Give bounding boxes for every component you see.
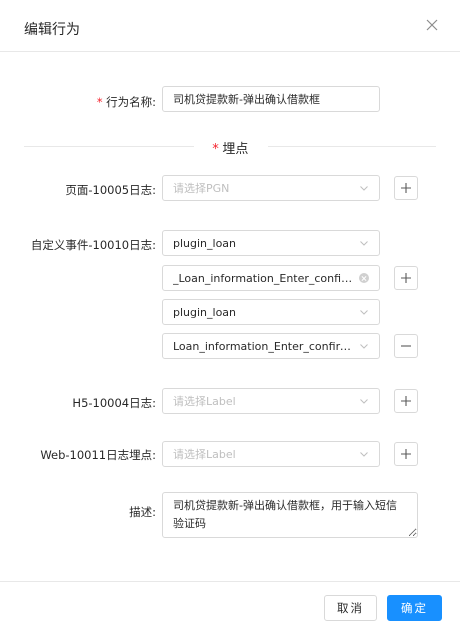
plus-icon [401,449,411,459]
custom-event-name-value-2: Loan_information_Enter_confirm... [173,339,353,353]
behavior-name-value: 司机贷提款新-弹出确认借款框 [173,93,320,106]
page-log-select[interactable]: 请选择PGN [162,175,380,201]
web-log-select[interactable]: 请选择Label [162,441,380,467]
add-page-log-button[interactable] [394,176,418,200]
add-h5-log-button[interactable] [394,389,418,413]
add-custom-event-button[interactable] [394,266,418,290]
custom-event-app-value-1: plugin_loan [173,236,237,250]
h5-log-placeholder: 请选择Label [173,395,236,408]
chevron-down-icon [359,307,369,317]
custom-event-name-select-1[interactable]: _Loan_information_Enter_confir... [162,265,380,291]
behavior-name-label-text: 行为名称: [106,95,156,109]
plus-icon [401,273,411,283]
custom-event-name-select-2[interactable]: Loan_information_Enter_confirm... [162,333,380,359]
remove-custom-event-button[interactable] [394,334,418,358]
minus-icon [401,345,411,347]
web-log-label: Web-10011日志埋点: [40,448,156,462]
h5-log-label: H5-10004日志: [72,396,156,410]
close-icon[interactable] [423,16,441,34]
behavior-name-input[interactable]: 司机贷提款新-弹出确认借款框 [162,86,380,112]
required-mark: * [211,142,220,157]
dialog-title: 编辑行为 [24,22,80,38]
custom-event-name-value-1: _Loan_information_Enter_confir... [173,271,353,285]
tracking-section-title: * 埋点 [0,138,460,157]
clear-icon[interactable] [359,273,369,283]
ok-button[interactable]: 确定 [387,595,442,621]
required-mark: * [96,95,104,109]
page-log-placeholder: 请选择PGN [173,182,230,195]
custom-event-app-select-2[interactable]: plugin_loan [162,299,380,325]
plus-icon [401,396,411,406]
custom-event-app-select-1[interactable]: plugin_loan [162,230,380,256]
web-log-placeholder: 请选择Label [173,448,236,461]
plus-icon [401,183,411,193]
chevron-down-icon [359,449,369,459]
h5-log-select[interactable]: 请选择Label [162,388,380,414]
description-label: 描述: [129,505,156,519]
add-web-log-button[interactable] [394,442,418,466]
cancel-button[interactable]: 取消 [324,595,377,621]
chevron-down-icon [359,183,369,193]
behavior-name-label: * 行为名称: [96,94,156,110]
dialog-footer: 取消 确定 [0,581,460,633]
custom-event-app-value-2: plugin_loan [173,305,237,319]
chevron-down-icon [359,238,369,248]
chevron-down-icon [359,341,369,351]
dialog-header: 编辑行为 [0,0,460,52]
page-log-label: 页面-10005日志: [65,183,156,197]
description-textarea[interactable]: 司机贷提款新-弹出确认借款框，用于输入短信验证码 [162,492,418,538]
tracking-section-title-text: 埋点 [222,142,249,157]
chevron-down-icon [359,396,369,406]
custom-event-log-label: 自定义事件-10010日志: [30,238,156,252]
